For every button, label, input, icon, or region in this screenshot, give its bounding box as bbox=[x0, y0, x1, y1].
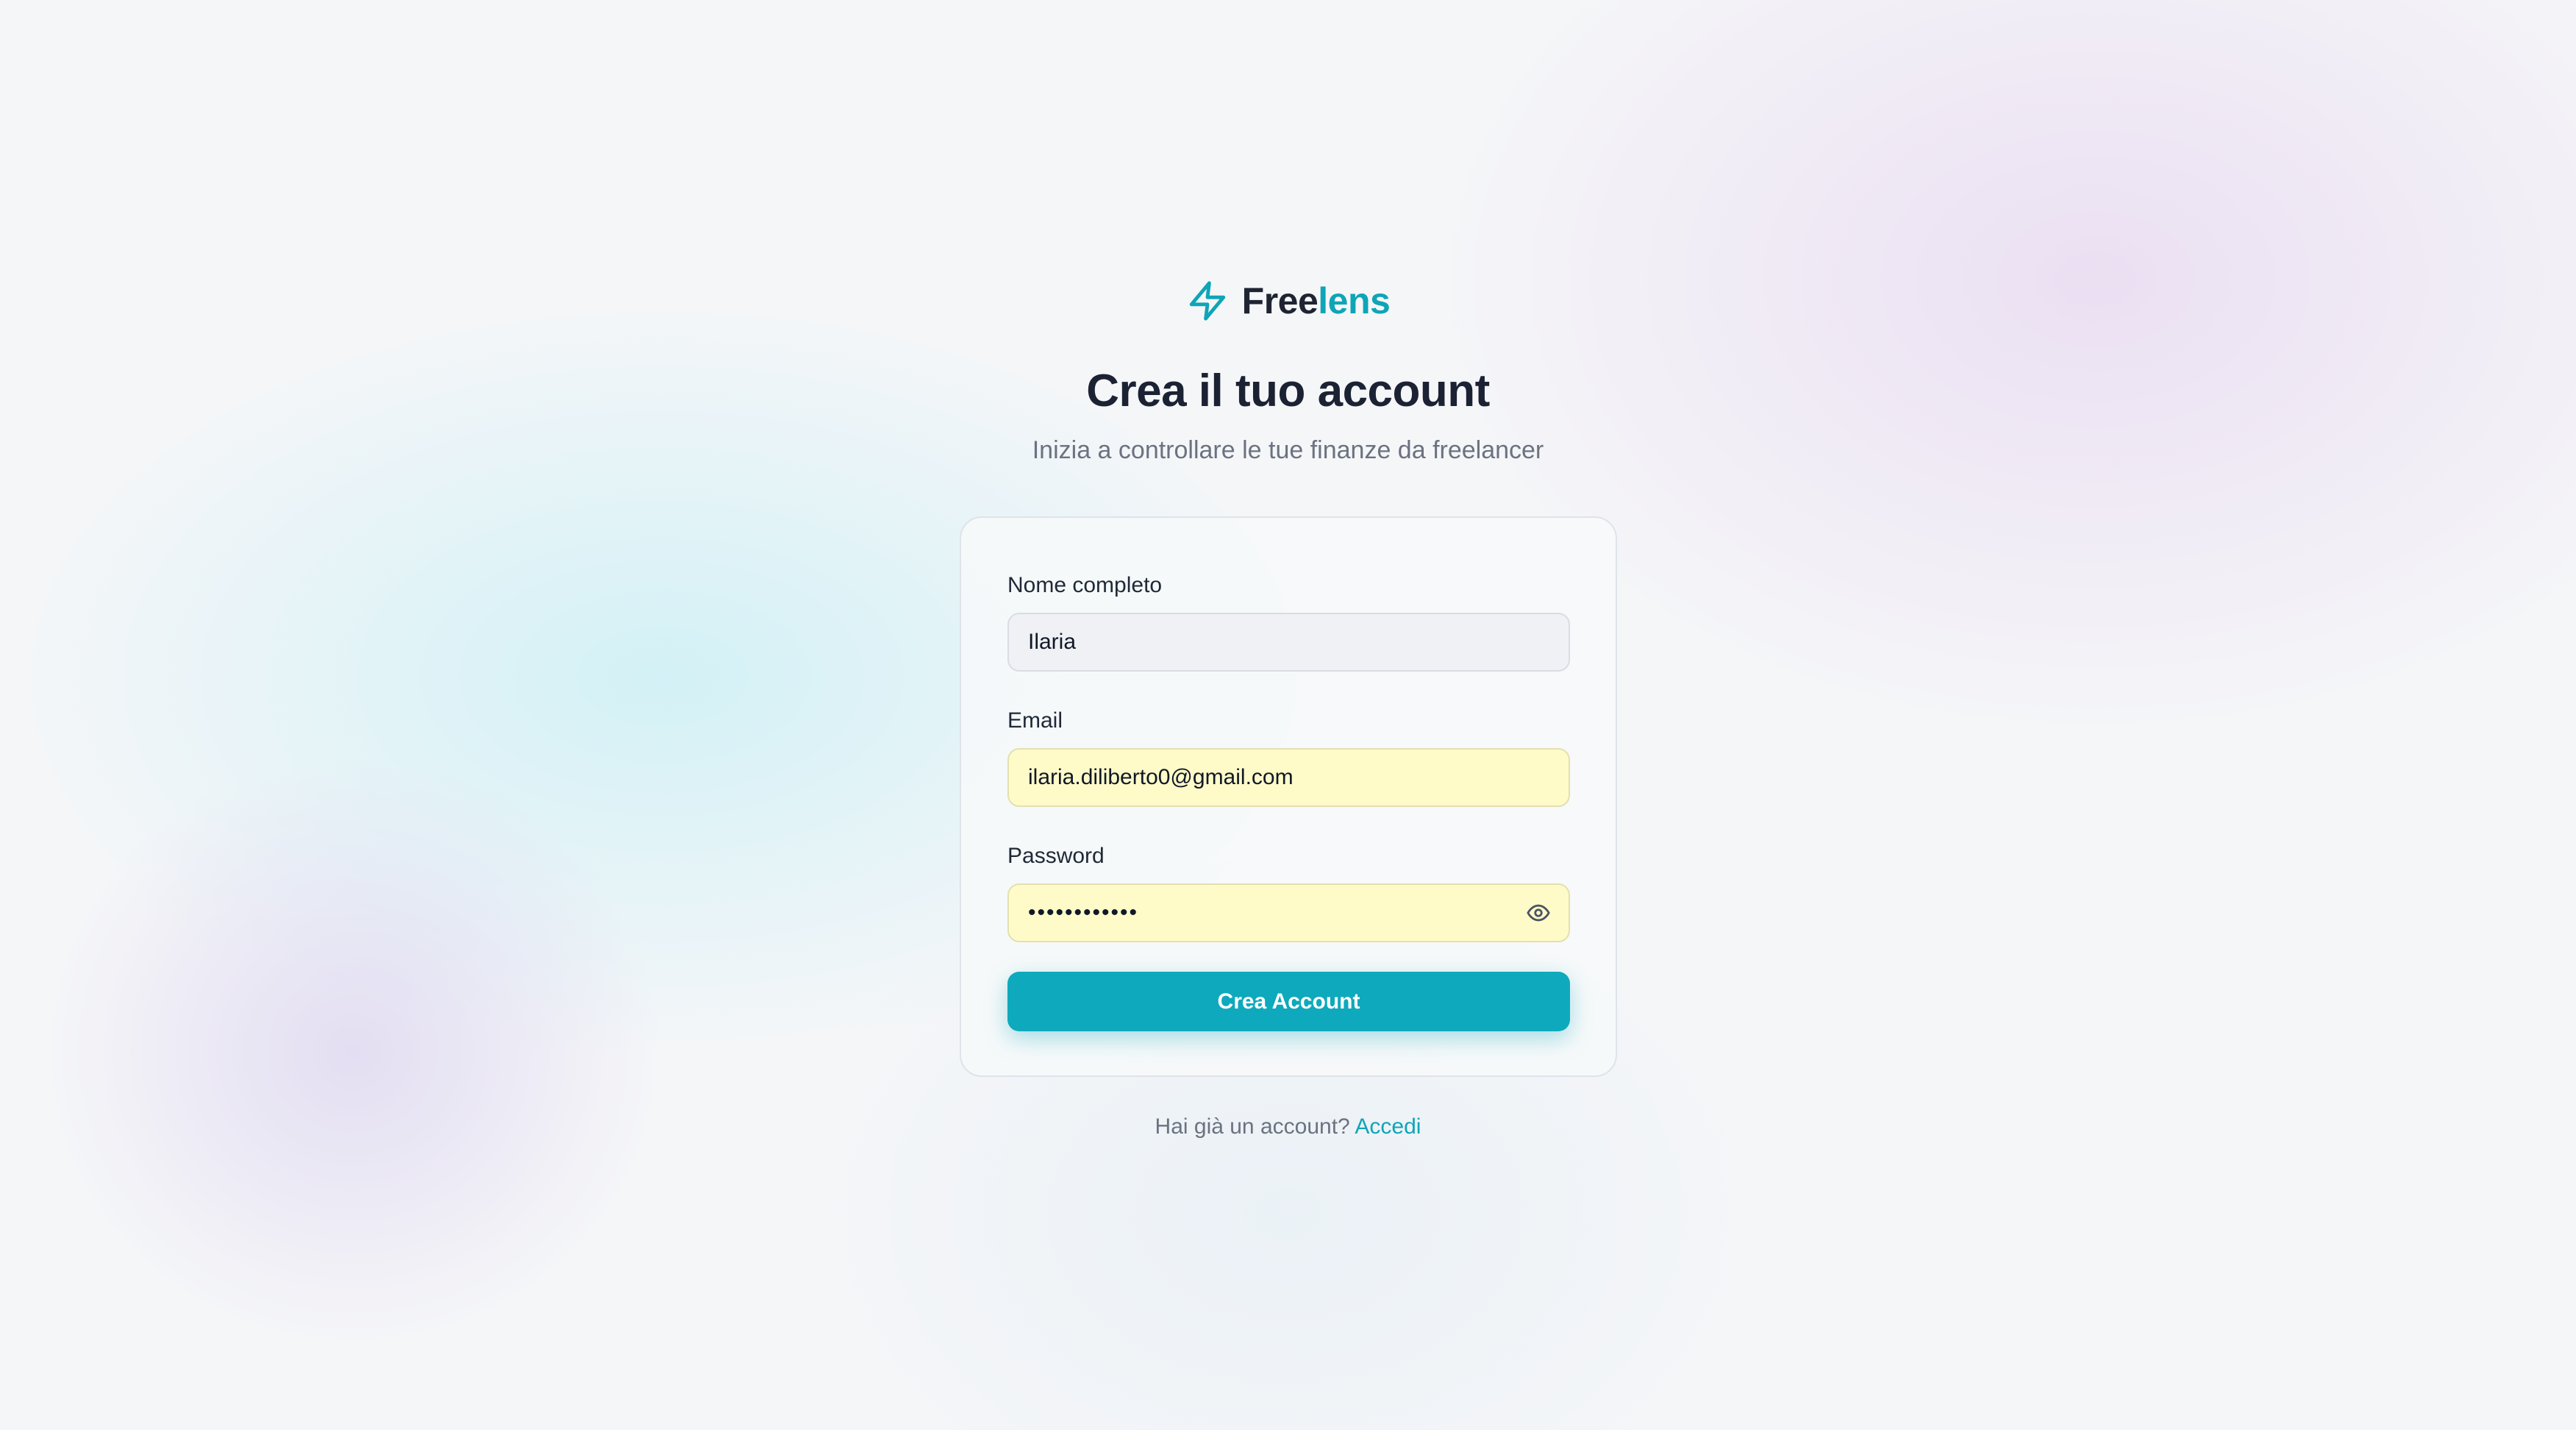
name-field-label: Nome completo bbox=[1007, 573, 1163, 597]
brand-logo: Freelens bbox=[0, 280, 2576, 322]
password-field-label: Password bbox=[1007, 844, 1105, 868]
create-account-button[interactable]: Crea Account bbox=[1007, 972, 1570, 1031]
login-prompt-text: Hai già un account? bbox=[1155, 1114, 1350, 1139]
eye-icon[interactable] bbox=[1526, 900, 1551, 925]
page-title: Crea il tuo account bbox=[1086, 366, 1490, 416]
name-field[interactable] bbox=[1007, 613, 1570, 672]
signup-card: Nome completo Email Password Crea Accoun… bbox=[960, 516, 1617, 1077]
brand-name: Freelens bbox=[1242, 282, 1391, 319]
brand-name-part1: Free bbox=[1241, 280, 1319, 321]
email-field[interactable] bbox=[1007, 748, 1570, 807]
password-field[interactable] bbox=[1007, 883, 1570, 942]
email-field-label: Email bbox=[1007, 708, 1063, 733]
login-link[interactable]: Accedi bbox=[1355, 1114, 1421, 1139]
brand-name-part2: lens bbox=[1318, 280, 1391, 321]
lightning-bolt-icon bbox=[1186, 280, 1229, 322]
page-subtitle: Inizia a controllare le tue finanze da f… bbox=[1032, 436, 1544, 464]
login-prompt: Hai già un account? Accedi bbox=[0, 1114, 2576, 1140]
